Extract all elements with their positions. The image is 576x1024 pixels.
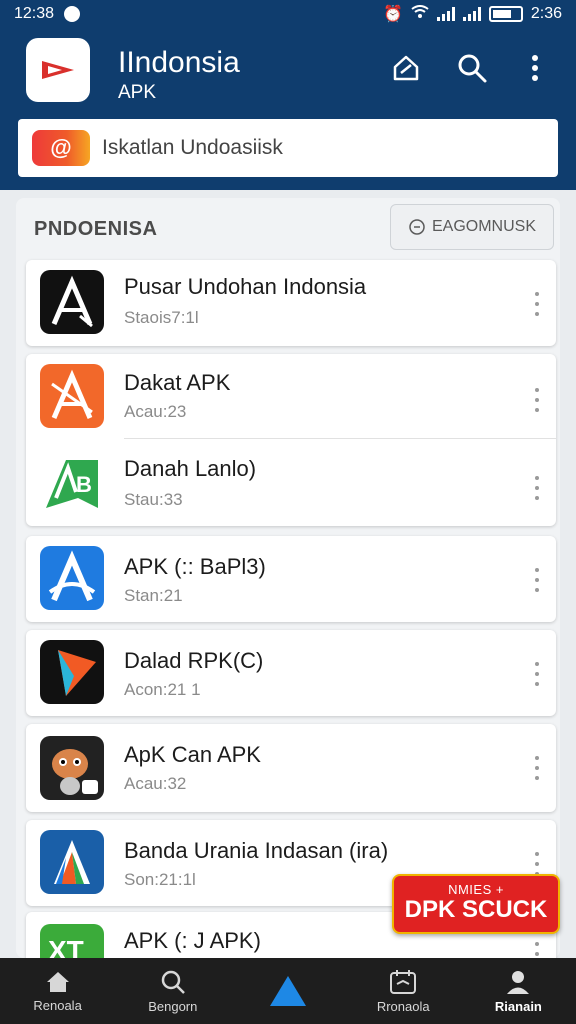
nav-center[interactable]: [230, 958, 345, 1024]
item-more-button[interactable]: [532, 292, 542, 316]
row-divider: [124, 438, 556, 439]
app-name: Pusar Undohan Indonsia: [124, 274, 367, 299]
share-button[interactable]: [388, 50, 424, 86]
app-name: APK (: J APK): [124, 928, 261, 953]
item-more-button[interactable]: [532, 388, 542, 412]
app-meta: Acau:23: [124, 402, 187, 421]
list-item[interactable]: APK (:: BaPl3) Stan:21: [26, 536, 556, 622]
app-meta: Son:21:1l: [124, 870, 196, 889]
app-card: Pusar Undohan Indonsia Staois7:1l: [26, 260, 556, 346]
app-name: Banda Urania Indasan (ira): [124, 838, 389, 863]
nav-profile-label: Rianain: [494, 998, 542, 1014]
svg-text:B: B: [76, 472, 92, 497]
section-action-label: EAGOMNUSK: [431, 218, 536, 235]
signal-icon: [436, 7, 455, 21]
app-title: IIndonsia: [118, 46, 240, 79]
home-icon: [46, 971, 69, 992]
app-name: Dalad RPK(C): [124, 648, 264, 673]
list-item[interactable]: Pusar Undohan Indonsia Staois7:1l: [26, 260, 556, 346]
search-logo-text: @: [50, 135, 72, 160]
play-triangle-icon: [40, 640, 104, 704]
triangle-stripes-icon: [40, 830, 104, 894]
list-item[interactable]: ApK Can APK Acau:32: [26, 724, 556, 812]
app-name: ApK Can APK: [124, 742, 261, 767]
search-brand-logo: @: [32, 130, 90, 166]
share-house-icon: [393, 55, 419, 81]
item-more-button[interactable]: [532, 662, 542, 686]
calendar-icon: [390, 969, 417, 994]
app-logo: [26, 38, 90, 102]
search-input[interactable]: Iskatlan Undoasiisk: [102, 136, 283, 160]
app-name: Dakat APK: [124, 370, 231, 395]
alarm-icon: ⏰: [382, 6, 403, 23]
list-item[interactable]: B Danah Lanlo) Stau:33: [26, 440, 556, 530]
list-item[interactable]: Dalad RPK(C) Acon:21 1: [26, 630, 556, 716]
overflow-menu-button[interactable]: [517, 50, 553, 86]
status-bar: 12:38 ⏰ 2:36: [0, 0, 576, 28]
section-title: PNDOENISA: [34, 218, 158, 240]
section-action-button[interactable]: EAGOMNUSK: [390, 204, 554, 250]
app-card: APK (:: BaPl3) Stan:21: [26, 536, 556, 622]
more-vertical-icon: [532, 55, 538, 81]
search-button[interactable]: [454, 50, 490, 86]
a-letter-blue-icon: [40, 546, 104, 610]
bottom-navigation: Renoala Bengorn Rronaola Rianain: [0, 958, 576, 1024]
app-meta: Stau:33: [124, 490, 183, 509]
nav-profile[interactable]: Rianain: [461, 958, 576, 1024]
app-meta: Acon:21 1: [124, 680, 201, 699]
app-meta: Acau:32: [124, 774, 187, 793]
item-more-button[interactable]: [532, 476, 542, 500]
search-icon: [161, 970, 185, 994]
a-letter-black-icon: [40, 270, 104, 334]
promo-line-1: NMIES +: [448, 882, 504, 897]
a-letter-orange-icon: [40, 364, 104, 428]
ab-green-icon: B: [40, 452, 104, 516]
wifi-icon: [411, 4, 429, 24]
profile-icon: [507, 970, 530, 994]
item-more-button[interactable]: [532, 852, 542, 876]
status-clock: 2:36: [530, 5, 562, 22]
search-bar[interactable]: @ Iskatlan Undoasiisk: [18, 119, 558, 177]
nav-calendar-label: Rronaola: [376, 998, 430, 1014]
signal-icon-2: [462, 7, 481, 21]
item-more-button[interactable]: [532, 568, 542, 592]
app-meta: Stan:21: [124, 586, 183, 605]
app-subtitle: APK: [118, 82, 157, 103]
nav-home[interactable]: Renoala: [0, 958, 115, 1024]
app-card: ApK Can APK Acau:32: [26, 724, 556, 812]
app-meta: Staois7:1l: [124, 308, 199, 327]
nav-home-label: Renoala: [33, 997, 82, 1013]
refresh-icon: [409, 219, 425, 235]
notification-icon: [64, 6, 81, 22]
play-logo-icon: [42, 61, 74, 79]
search-icon: [458, 54, 487, 83]
creature-mascot-icon: [40, 736, 104, 800]
status-time: 12:38: [14, 5, 55, 22]
app-card: Dalad RPK(C) Acon:21 1: [26, 630, 556, 716]
item-more-button[interactable]: [532, 756, 542, 780]
list-item[interactable]: Dakat APK Acau:23: [26, 354, 556, 444]
triangle-logo-icon: [270, 976, 306, 1006]
nav-calendar[interactable]: Rronaola: [346, 958, 461, 1024]
battery-icon: [488, 6, 523, 22]
promo-line-2: DPK SCUCK: [404, 896, 548, 923]
app-name: Danah Lanlo): [124, 456, 257, 481]
app-name: APK (:: BaPl3): [124, 554, 266, 579]
nav-search-label: Bengorn: [148, 998, 198, 1014]
nav-search[interactable]: Bengorn: [115, 958, 230, 1024]
app-list-panel: PNDOENISA EAGOMNUSK Pusar Undohan Indons…: [16, 198, 560, 972]
promo-badge[interactable]: NMIES + DPK SCUCK: [392, 874, 560, 934]
app-card: Dakat APK Acau:23 B Danah Lanlo) Stau:33: [26, 354, 556, 526]
